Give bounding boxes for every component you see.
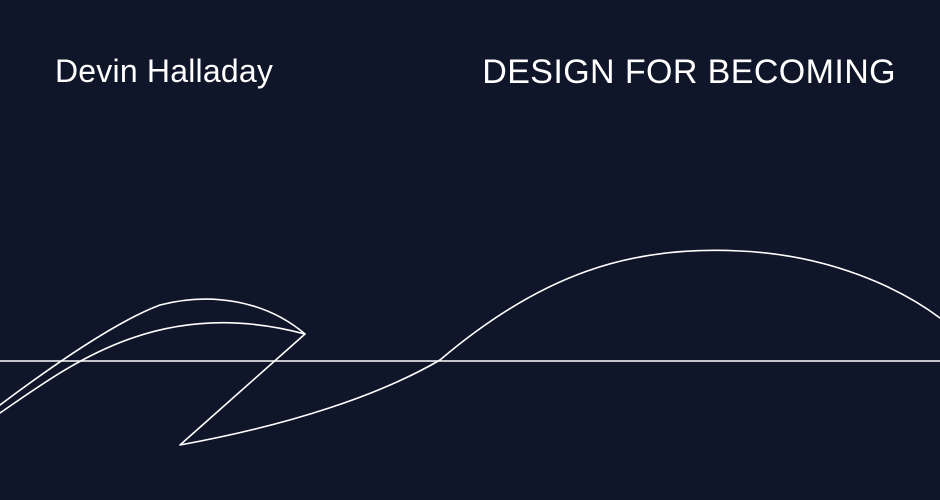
line-art [0, 249, 940, 446]
lower-wave-curve [0, 249, 940, 446]
upper-arc-curve [0, 298, 306, 406]
